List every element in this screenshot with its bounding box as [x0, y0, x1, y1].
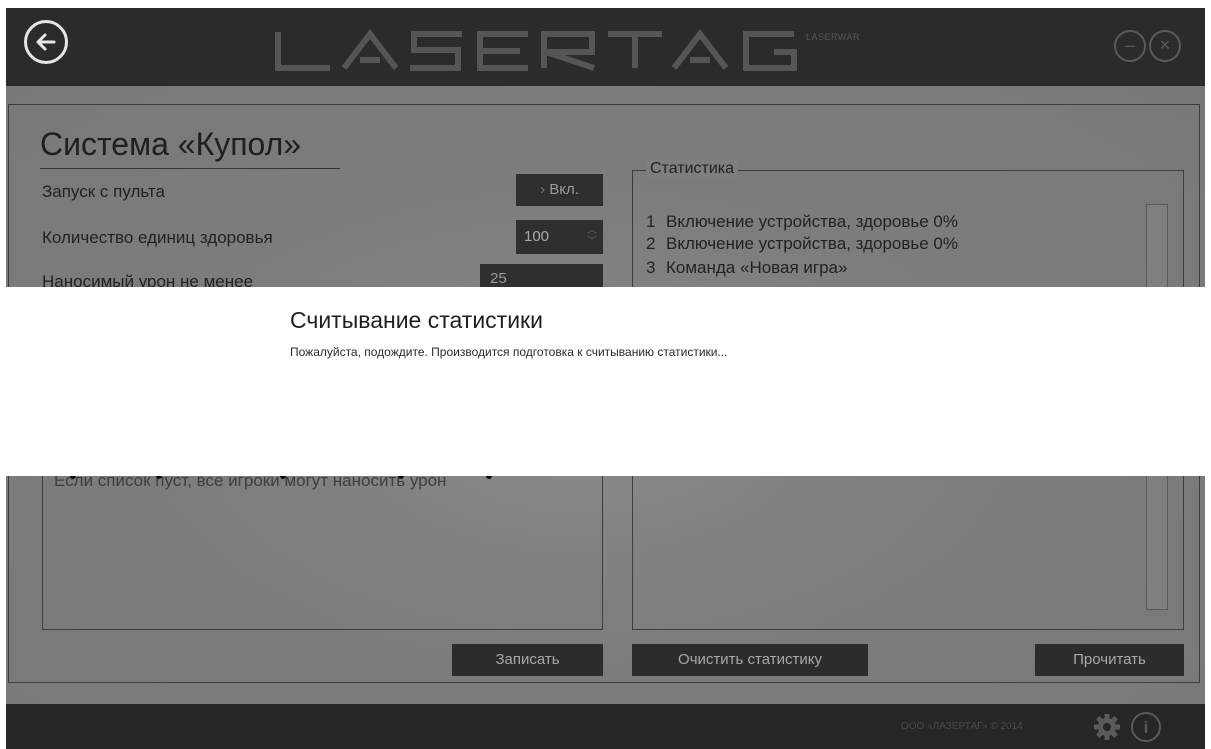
toggle-value: Вкл.	[549, 181, 579, 198]
brand-subtitle: LASERWAR	[806, 32, 861, 42]
page-title: Система «Купол»	[40, 126, 302, 162]
health-value: 100	[524, 228, 550, 245]
minimize-icon: –	[1124, 35, 1135, 55]
minimize-button[interactable]: –	[1114, 30, 1146, 62]
lasertag-logo	[275, 29, 797, 71]
progress-dialog: Считывание статистики Пожалуйста, подожд…	[6, 287, 1205, 476]
stat-entry: 2 Включение устройства, здоровье 0%	[646, 234, 958, 254]
stat-entry: 3 Команда «Новая игра»	[646, 258, 847, 278]
stats-legend: Статистика	[646, 160, 739, 178]
close-icon: ×	[1159, 35, 1171, 55]
status-bar: ООО «ЛАЗЕРТАГ» © 2014 i	[6, 704, 1205, 749]
damage-value: 25	[490, 270, 507, 287]
stat-entry-text: Включение устройства, здоровье 0%	[666, 234, 959, 253]
damage-dropdown[interactable]: 25	[480, 264, 603, 288]
copyright-text: ООО «ЛАЗЕРТАГ» © 2014	[901, 721, 1023, 732]
gear-icon[interactable]	[1092, 712, 1122, 742]
app-root: LASERWAR – × Система «Купол» Запуск с пу…	[0, 0, 1211, 749]
stat-entry-number: 1	[646, 212, 656, 231]
title-bar: LASERWAR – ×	[6, 8, 1205, 86]
stat-entry: 1 Включение устройства, здоровье 0%	[646, 212, 958, 232]
stat-entry-number: 3	[646, 258, 656, 277]
close-button[interactable]: ×	[1149, 30, 1181, 62]
read-button[interactable]: Прочитать	[1035, 644, 1184, 676]
remote-start-toggle[interactable]: › Вкл.	[516, 174, 603, 206]
stat-entry-text: Включение устройства, здоровье 0%	[666, 212, 959, 231]
dialog-message: Пожалуйста, подождите. Производится подг…	[290, 345, 728, 359]
info-button[interactable]: i	[1131, 712, 1161, 742]
stepper-arrows-icon[interactable]: ︿ ﹀	[587, 225, 597, 247]
chevron-right-icon: ›	[540, 181, 546, 198]
title-underline	[40, 168, 340, 169]
remote-start-label: Запуск с пульта	[42, 182, 165, 201]
health-label: Количество единиц здоровья	[42, 228, 273, 247]
info-icon: i	[1143, 718, 1149, 737]
write-button[interactable]: Записать	[452, 644, 603, 676]
clear-stats-button[interactable]: Очистить статистику	[632, 644, 868, 676]
back-arrow-icon	[36, 33, 56, 51]
health-stepper[interactable]: 100 ︿ ﹀	[516, 220, 603, 254]
stat-entry-text: Команда «Новая игра»	[666, 258, 848, 277]
back-button[interactable]	[24, 20, 68, 64]
dialog-title: Считывание статистики	[290, 307, 543, 333]
stat-entry-number: 2	[646, 234, 656, 253]
